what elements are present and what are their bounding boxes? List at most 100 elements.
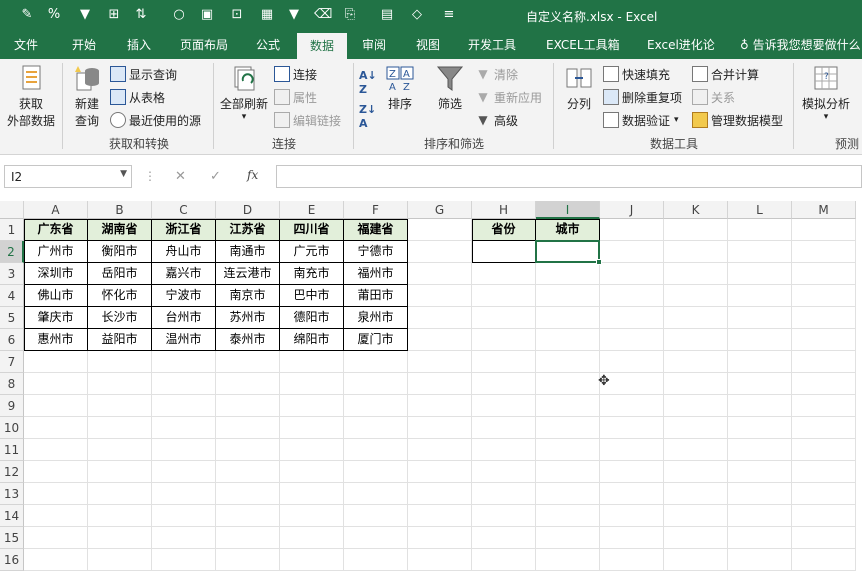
cell-l6[interactable] [728, 329, 792, 351]
cell-g4[interactable] [408, 285, 472, 307]
cell-h11[interactable] [472, 439, 536, 461]
cell-m12[interactable] [792, 461, 856, 483]
tab-file[interactable]: 文件 [10, 31, 42, 59]
cell-k2[interactable] [664, 241, 728, 263]
tell-me-search[interactable]: ♁ 告诉我您想要做什么 [736, 31, 862, 59]
tab-page-layout[interactable]: 页面布局 [176, 31, 232, 59]
tab-view[interactable]: 视图 [412, 31, 444, 59]
cell-b12[interactable] [88, 461, 152, 483]
column-header-g[interactable]: G [408, 201, 472, 219]
cell-b4[interactable]: 怀化市 [88, 285, 152, 307]
cell-e9[interactable] [280, 395, 344, 417]
get-external-data-button[interactable]: 获取 外部数据 [2, 63, 60, 129]
cell-m14[interactable] [792, 505, 856, 527]
column-header-a[interactable]: A [24, 201, 88, 219]
cell-e15[interactable] [280, 527, 344, 549]
cell-i14[interactable] [536, 505, 600, 527]
cell-m6[interactable] [792, 329, 856, 351]
merge-icon[interactable]: ⊞ [105, 7, 123, 23]
row-header-7[interactable]: 7 [0, 351, 24, 373]
cell-g10[interactable] [408, 417, 472, 439]
cell-d12[interactable] [216, 461, 280, 483]
cell-l15[interactable] [728, 527, 792, 549]
cell-a13[interactable] [24, 483, 88, 505]
cell-l12[interactable] [728, 461, 792, 483]
customize-qat-icon[interactable]: ≡ [440, 7, 458, 23]
filter-button[interactable]: 筛选 [432, 63, 468, 112]
row-header-10[interactable]: 10 [0, 417, 24, 439]
cell-e7[interactable] [280, 351, 344, 373]
cell-a16[interactable] [24, 549, 88, 571]
cell-g2[interactable] [408, 241, 472, 263]
cell-k11[interactable] [664, 439, 728, 461]
cell-k3[interactable] [664, 263, 728, 285]
grid-icon[interactable]: ⊡ [228, 7, 246, 23]
cell-c6[interactable]: 温州市 [152, 329, 216, 351]
manage-data-model-button[interactable]: 管理数据模型 [692, 110, 783, 130]
row-header-13[interactable]: 13 [0, 483, 24, 505]
properties-button[interactable]: 属性 [274, 87, 317, 107]
cell-b1[interactable]: 湖南省 [88, 219, 152, 241]
cell-l11[interactable] [728, 439, 792, 461]
cell-d13[interactable] [216, 483, 280, 505]
select-all-corner[interactable] [0, 201, 24, 219]
cell-d14[interactable] [216, 505, 280, 527]
fill-handle[interactable] [596, 259, 602, 265]
cell-g13[interactable] [408, 483, 472, 505]
cell-j4[interactable] [600, 285, 664, 307]
cell-h9[interactable] [472, 395, 536, 417]
relationships-button[interactable]: 关系 [692, 87, 735, 107]
cell-a11[interactable] [24, 439, 88, 461]
cell-j14[interactable] [600, 505, 664, 527]
cell-d2[interactable]: 南通市 [216, 241, 280, 263]
cell-k14[interactable] [664, 505, 728, 527]
row-header-15[interactable]: 15 [0, 527, 24, 549]
column-header-h[interactable]: H [472, 201, 536, 219]
cell-i4[interactable] [536, 285, 600, 307]
cell-h16[interactable] [472, 549, 536, 571]
shapes-icon[interactable]: ◇ [408, 7, 426, 23]
cell-d3[interactable]: 连云港市 [216, 263, 280, 285]
column-header-e[interactable]: E [280, 201, 344, 219]
cell-e2[interactable]: 广元市 [280, 241, 344, 263]
cell-d5[interactable]: 苏州市 [216, 307, 280, 329]
cell-m2[interactable] [792, 241, 856, 263]
cell-j9[interactable] [600, 395, 664, 417]
tab-data[interactable]: 数据 [297, 33, 347, 59]
cell-h8[interactable] [472, 373, 536, 395]
cell-b2[interactable]: 衡阳市 [88, 241, 152, 263]
worksheet-grid[interactable]: ABCDEFGHIJKLM 1 2 3 4 5 6 7 8 9 10 11 12 13 14 15 16 广东… [0, 201, 862, 571]
cell-g7[interactable] [408, 351, 472, 373]
cancel-icon[interactable]: ✕ [175, 169, 186, 184]
cell-k7[interactable] [664, 351, 728, 373]
cell-g15[interactable] [408, 527, 472, 549]
connections-button[interactable]: 连接 [274, 64, 317, 84]
eraser-icon[interactable]: ⌫ [314, 7, 332, 23]
cell-d16[interactable] [216, 549, 280, 571]
column-header-j[interactable]: J [600, 201, 664, 219]
insert-icon[interactable]: ▣ [198, 7, 216, 23]
cell-c1[interactable]: 浙江省 [152, 219, 216, 241]
cell-d6[interactable]: 泰州市 [216, 329, 280, 351]
advanced-filter-button[interactable]: ▼ 高级 [475, 110, 518, 130]
filter-icon[interactable]: ▼ [76, 7, 94, 23]
cell-e13[interactable] [280, 483, 344, 505]
cell-e8[interactable] [280, 373, 344, 395]
cell-c8[interactable] [152, 373, 216, 395]
column-header-b[interactable]: B [88, 201, 152, 219]
cell-k4[interactable] [664, 285, 728, 307]
cell-a15[interactable] [24, 527, 88, 549]
cell-a14[interactable] [24, 505, 88, 527]
cell-h4[interactable] [472, 285, 536, 307]
cell-k16[interactable] [664, 549, 728, 571]
row-header-2[interactable]: 2 [0, 241, 24, 263]
cell-c7[interactable] [152, 351, 216, 373]
cell-e4[interactable]: 巴中市 [280, 285, 344, 307]
cell-l9[interactable] [728, 395, 792, 417]
row-header-11[interactable]: 11 [0, 439, 24, 461]
cell-a1[interactable]: 广东省 [24, 219, 88, 241]
cell-i5[interactable] [536, 307, 600, 329]
cell-m10[interactable] [792, 417, 856, 439]
format-painter-icon[interactable]: ✎ [18, 7, 36, 23]
cell-l2[interactable] [728, 241, 792, 263]
